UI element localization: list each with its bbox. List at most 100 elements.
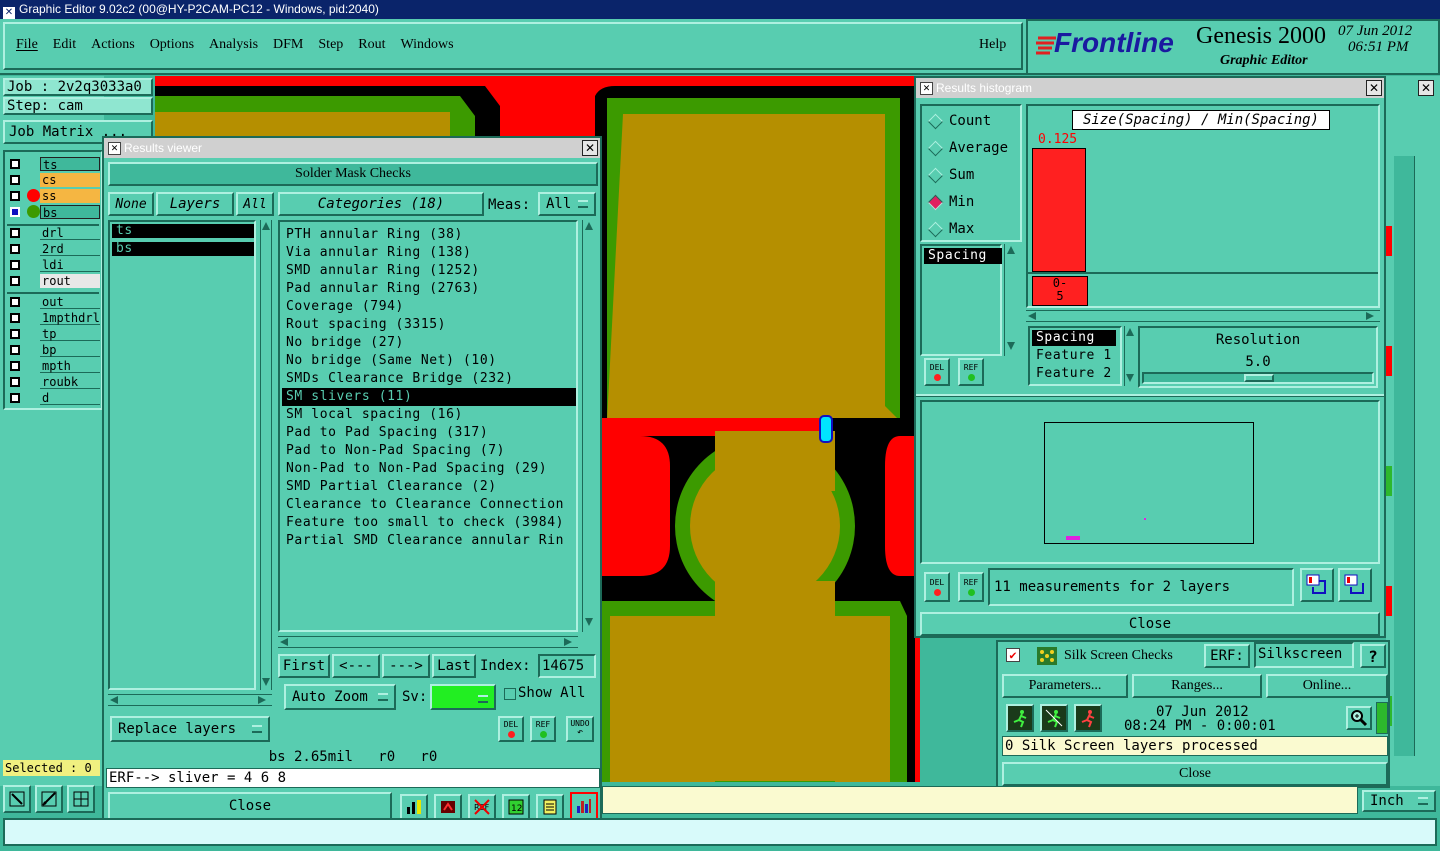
chart-hscroll[interactable] [1026, 310, 1380, 322]
scroll-left-icon[interactable] [1028, 312, 1036, 320]
layer-row-bs[interactable] [10, 204, 20, 219]
ref-button[interactable]: REF [530, 716, 556, 742]
layer-name-cs[interactable]: cs [40, 173, 100, 187]
menu-help[interactable]: Help [979, 37, 1006, 53]
stat-option-min[interactable]: Min [926, 193, 974, 211]
bottom-input-strip[interactable] [602, 786, 1358, 814]
silk-run-all-icon[interactable] [1074, 704, 1102, 732]
layer-row-tp[interactable] [10, 326, 20, 341]
results-viewer-close-icon[interactable]: ✕ [582, 140, 598, 156]
category-item[interactable]: Partial SMD Clearance annular Rin [282, 532, 576, 550]
scroll-down-icon[interactable] [262, 678, 270, 686]
category-item[interactable]: Clearance to Clearance Connection [282, 496, 576, 514]
feature-item[interactable]: Spacing [1032, 330, 1116, 346]
layer-row-cs[interactable] [10, 172, 20, 187]
silk-run-icon[interactable] [1006, 704, 1034, 732]
resolution-slider-thumb[interactable] [1244, 374, 1274, 382]
units-select[interactable]: Inch [1362, 790, 1436, 812]
layer-name-bp[interactable]: bp [40, 343, 100, 357]
category-item[interactable]: SM slivers (11) [282, 388, 576, 406]
category-item[interactable]: Rout spacing (3315) [282, 316, 576, 334]
hist-del-button-2[interactable]: DEL [924, 572, 950, 602]
layer-name-roubk[interactable]: roubk [40, 375, 100, 389]
exclude-ref-icon[interactable]: REF [468, 794, 496, 820]
stat-option-sum[interactable]: Sum [926, 166, 974, 184]
category-item[interactable]: SMD Partial Clearance (2) [282, 478, 576, 496]
feature-list[interactable]: Spacing Feature 1 Feature 2 [1028, 326, 1122, 386]
category-item[interactable]: SMD annular Ring (1252) [282, 262, 576, 280]
category-item[interactable]: Pad annular Ring (2763) [282, 280, 576, 298]
auto-zoom-button[interactable]: Auto Zoom [284, 684, 396, 710]
notes-icon[interactable] [536, 794, 564, 820]
layer-name-d[interactable]: d [40, 391, 100, 405]
silk-checkbox-icon[interactable]: ✔ [1006, 648, 1020, 662]
layer-row-ldi[interactable] [10, 257, 20, 272]
layer-row-ss[interactable] [10, 188, 20, 203]
category-item[interactable]: No bridge (27) [282, 334, 576, 352]
feature-item[interactable]: Feature 2 [1032, 366, 1122, 382]
scroll-right-icon[interactable] [1366, 312, 1374, 320]
silk-close-button[interactable]: Close [1002, 762, 1388, 786]
category-item[interactable]: Via annular Ring (138) [282, 244, 576, 262]
export-icon[interactable] [1300, 568, 1334, 602]
layer-row-out[interactable] [10, 294, 20, 309]
layer-name-ts[interactable]: ts [40, 157, 100, 172]
viewer-layer-item[interactable]: bs [112, 242, 254, 256]
sv-color-select[interactable] [430, 684, 496, 710]
category-item[interactable]: SMDs Clearance Bridge (232) [282, 370, 576, 388]
silk-parameters-button[interactable]: Parameters... [1002, 674, 1128, 698]
all-layers-button[interactable]: All [236, 192, 274, 216]
radio-diamond-icon[interactable] [927, 140, 944, 156]
category-item[interactable]: Non-Pad to Non-Pad Spacing (29) [282, 460, 576, 478]
right-strip-scroll[interactable] [1414, 156, 1427, 756]
viewer-layer-hscroll[interactable] [108, 694, 272, 706]
scroll-up-icon[interactable] [1126, 328, 1134, 336]
category-item[interactable]: Pad to Pad Spacing (317) [282, 424, 576, 442]
import-icon[interactable] [1338, 568, 1372, 602]
silk-erf-field[interactable]: Silkscreen [1254, 642, 1354, 668]
categories-button[interactable]: Categories (18) [278, 192, 484, 216]
radio-diamond-icon[interactable] [927, 221, 944, 237]
radio-diamond-icon[interactable] [927, 167, 944, 183]
menu-step[interactable]: Step [318, 37, 343, 53]
replace-layers-button[interactable]: Replace layers [110, 716, 270, 742]
layer-name-ss[interactable]: ss [40, 189, 100, 203]
del-button[interactable]: DEL [498, 716, 524, 742]
layer-name-bs[interactable]: bs [40, 205, 100, 220]
layer-checkbox[interactable] [10, 158, 20, 169]
layer-name-tp[interactable]: tp [40, 327, 100, 341]
layer-row-d[interactable] [10, 390, 20, 405]
layer-name-rout[interactable]: rout [40, 274, 100, 288]
category-list[interactable]: PTH annular Ring (38) Via annular Ring (1… [278, 220, 578, 632]
silk-ranges-button[interactable]: Ranges... [1132, 674, 1262, 698]
menu-windows[interactable]: Windows [401, 37, 454, 53]
stat-option-count[interactable]: Count [926, 112, 991, 130]
silk-erf-button[interactable]: ERF: [1204, 644, 1250, 668]
layer-name-out[interactable]: out [40, 295, 100, 309]
layer-name-drl[interactable]: drl [40, 226, 100, 240]
category-item[interactable]: Pad to Non-Pad Spacing (7) [282, 442, 576, 460]
category-vscroll[interactable] [582, 220, 596, 632]
report-icon[interactable] [400, 794, 428, 820]
hist-ref-button-2[interactable]: REF [958, 572, 984, 602]
layer-row-drl[interactable] [10, 225, 20, 240]
silk-zoom-icon[interactable] [1346, 706, 1372, 730]
stat-option-average[interactable]: Average [926, 139, 1008, 157]
layer-row-1mpthdrl[interactable] [10, 310, 20, 325]
histogram-close-icon[interactable]: ✕ [1366, 80, 1382, 96]
layer-name-ldi[interactable]: ldi [40, 258, 100, 272]
scroll-right-icon[interactable] [258, 696, 266, 704]
silk-run-selected-icon[interactable] [1040, 704, 1068, 732]
scroll-down-icon[interactable] [585, 618, 593, 626]
measure-list[interactable]: Spacing [920, 244, 1002, 356]
menu-edit[interactable]: Edit [53, 37, 76, 53]
layer-name-mpth[interactable]: mpth [40, 359, 100, 373]
menu-analysis[interactable]: Analysis [209, 37, 258, 53]
meas-select[interactable]: All [538, 192, 596, 216]
menu-rout[interactable]: Rout [358, 37, 385, 53]
scroll-right-icon[interactable] [564, 638, 572, 646]
category-item[interactable]: Coverage (794) [282, 298, 576, 316]
scroll-down-icon[interactable] [1007, 342, 1015, 350]
menu-dfm[interactable]: DFM [273, 37, 303, 53]
command-line[interactable] [3, 818, 1437, 846]
